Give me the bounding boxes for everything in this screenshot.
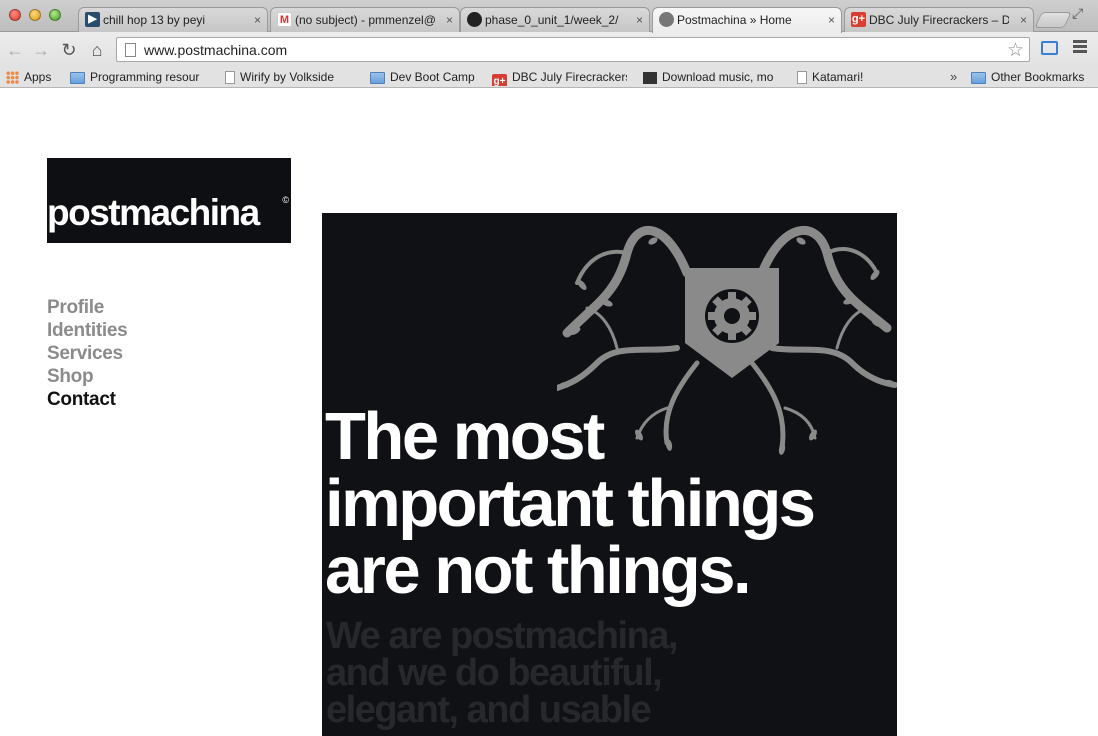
bookmark-dbc-july[interactable]: g+ DBC July Firecrackers: [492, 69, 627, 86]
reload-icon[interactable]: ↻: [59, 40, 79, 60]
forward-arrow-icon[interactable]: →: [31, 40, 51, 60]
tab-title: DBC July Firecrackers – Di: [869, 13, 1009, 27]
nav-shop[interactable]: Shop: [47, 365, 127, 388]
browser-toolbar: ← → ↻ ⌂ www.postmachina.com ☆: [0, 32, 1098, 67]
invader-icon: [643, 72, 657, 84]
back-arrow-icon[interactable]: ←: [5, 40, 25, 60]
nav-services[interactable]: Services: [47, 342, 127, 365]
tab-title: (no subject) - pmmenzel@: [295, 13, 435, 27]
headline-line: are not things.: [325, 533, 752, 608]
nav-contact[interactable]: Contact: [47, 388, 127, 411]
apps-grid-icon: [6, 71, 19, 84]
site-logo[interactable]: postmachina ©: [47, 158, 291, 243]
bookmarks-overflow-button[interactable]: »: [950, 69, 957, 84]
page-icon: [225, 71, 235, 84]
copyright-mark: ©: [282, 195, 289, 205]
bookmark-label: Programming resour: [90, 70, 200, 84]
subline-line: We are postmachina,: [326, 615, 678, 657]
close-window-button[interactable]: [9, 9, 21, 21]
bookmark-label: Download music, mo: [662, 70, 774, 84]
zoom-window-button[interactable]: [49, 9, 61, 21]
bookmark-download-music[interactable]: Download music, mo: [643, 69, 780, 86]
home-icon[interactable]: ⌂: [87, 40, 107, 60]
bookmark-label: Apps: [24, 70, 52, 84]
googleplus-icon: g+: [492, 74, 507, 86]
folder-icon: [70, 72, 85, 84]
headline-line: important things: [325, 466, 816, 541]
logo-text: postmachina: [47, 192, 260, 233]
headline-line: The most: [325, 399, 605, 474]
bookmark-programming[interactable]: Programming resour: [70, 69, 205, 86]
subline-line: and we do beautiful,: [326, 652, 663, 694]
hero-headline: The most important things are not things…: [325, 399, 816, 608]
page-icon: [797, 71, 807, 84]
github-icon: [467, 12, 482, 27]
bookmark-devbootcamp[interactable]: Dev Boot Camp: [370, 69, 475, 86]
nav-profile[interactable]: Profile: [47, 296, 127, 319]
bookmark-label: DBC July Firecrackers: [512, 70, 627, 84]
tab-github[interactable]: phase_0_unit_1/week_2/ ×: [460, 7, 650, 32]
close-icon[interactable]: ×: [1020, 8, 1027, 32]
bookmark-label: Dev Boot Camp: [390, 70, 475, 84]
new-tab-button[interactable]: [1034, 12, 1072, 28]
soundcloud-icon: ▶: [85, 12, 100, 27]
hero-banner: The most important things are not things…: [322, 213, 897, 736]
minimize-window-button[interactable]: [29, 9, 41, 21]
bookmark-star-icon[interactable]: ☆: [1007, 39, 1024, 62]
tab-postmachina[interactable]: Postmachina » Home ×: [652, 7, 842, 33]
folder-icon: [370, 72, 385, 84]
tab-googleplus[interactable]: g+ DBC July Firecrackers – Di ×: [844, 7, 1034, 32]
hero-subline: We are postmachina, and we do beautiful,…: [326, 615, 678, 731]
site-nav: Profile Identities Services Shop Contact: [47, 296, 128, 411]
page-icon: [125, 43, 136, 57]
nav-identities[interactable]: Identities: [47, 319, 128, 342]
bookmark-label: Other Bookmarks: [991, 70, 1085, 84]
close-icon[interactable]: ×: [828, 8, 835, 32]
url-text: www.postmachina.com: [144, 42, 288, 58]
close-icon[interactable]: ×: [636, 8, 643, 32]
gmail-icon: M: [277, 12, 292, 27]
extension-icon[interactable]: [1041, 41, 1058, 55]
web-page: postmachina © Profile Identities Service…: [0, 89, 1098, 736]
bookmark-katamari[interactable]: Katamari!: [797, 69, 863, 86]
close-icon[interactable]: ×: [254, 8, 261, 32]
tab-gmail[interactable]: M (no subject) - pmmenzel@ ×: [270, 7, 460, 32]
googleplus-icon: g+: [851, 12, 866, 27]
folder-icon: [971, 72, 986, 84]
postmachina-icon: [659, 12, 674, 27]
bookmark-apps[interactable]: Apps: [6, 69, 51, 86]
tab-title: chill hop 13 by peyi: [103, 13, 206, 27]
fullscreen-icon[interactable]: ⤢: [1072, 5, 1088, 21]
other-bookmarks[interactable]: Other Bookmarks: [971, 69, 1084, 86]
menu-icon[interactable]: [1073, 40, 1087, 55]
bookmark-wirify[interactable]: Wirify by Volkside: [225, 69, 334, 86]
tab-title: phase_0_unit_1/week_2/: [485, 13, 619, 27]
bookmarks-bar: Apps Programming resour Wirify by Volksi…: [0, 67, 1098, 88]
close-icon[interactable]: ×: [446, 8, 453, 32]
tab-title: Postmachina » Home: [677, 13, 792, 27]
address-bar[interactable]: www.postmachina.com ☆: [116, 37, 1030, 62]
tab-strip: ▶ chill hop 13 by peyi × M (no subject) …: [0, 0, 1098, 33]
bookmark-label: Katamari!: [812, 70, 864, 84]
tab-soundcloud[interactable]: ▶ chill hop 13 by peyi ×: [78, 7, 268, 32]
bookmark-label: Wirify by Volkside: [240, 70, 335, 84]
subline-line: elegant, and usable: [326, 689, 652, 731]
